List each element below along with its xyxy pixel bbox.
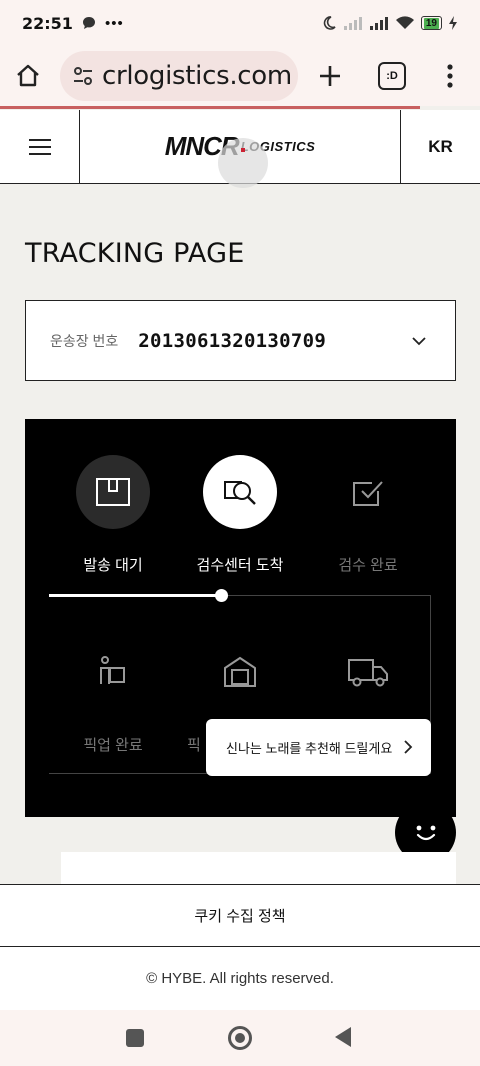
tracking-number: 2013061320130709 bbox=[138, 329, 327, 352]
page-title: TRACKING PAGE bbox=[25, 238, 245, 269]
messenger-icon bbox=[82, 17, 95, 29]
browser-toolbar: crlogistics.com :D bbox=[0, 46, 480, 106]
page-load-progress bbox=[0, 106, 420, 109]
address-bar[interactable]: crlogistics.com bbox=[60, 51, 298, 101]
step-shipping-wait: 발송 대기 bbox=[48, 455, 178, 575]
warehouse-icon bbox=[203, 635, 277, 709]
chat-tooltip[interactable]: 신나는 노래를 추천해 드릴게요 bbox=[206, 719, 431, 776]
chat-tooltip-text: 신나는 노래를 추천해 드릴게요 bbox=[226, 741, 393, 756]
footer-copyright: © HYBE. All rights reserved. bbox=[0, 947, 480, 1010]
home-button[interactable] bbox=[228, 1026, 252, 1050]
smiley-icon bbox=[416, 825, 435, 840]
wifi-icon bbox=[395, 16, 414, 29]
step-label: 발송 대기 bbox=[83, 557, 143, 574]
charging-icon bbox=[449, 16, 457, 30]
step-label: 픽업 완료 bbox=[83, 737, 143, 754]
box-icon bbox=[76, 455, 150, 529]
home-icon[interactable] bbox=[14, 62, 42, 90]
check-box-icon bbox=[331, 455, 405, 529]
chevron-down-icon bbox=[412, 337, 426, 346]
touch-dot bbox=[241, 148, 245, 152]
site-settings-icon[interactable] bbox=[70, 63, 96, 89]
new-tab-icon[interactable] bbox=[316, 62, 344, 90]
progress-fill bbox=[49, 594, 221, 597]
more-icon: ••• bbox=[104, 14, 124, 32]
step-delivery bbox=[303, 635, 433, 709]
overflow-menu-icon[interactable] bbox=[444, 62, 456, 90]
battery-icon: 19 bbox=[420, 16, 442, 30]
tracking-number-select[interactable]: 운송장 번호 2013061320130709 bbox=[25, 300, 456, 381]
step-label: 검수센터 도착 bbox=[196, 557, 284, 574]
step-arrived-inspection: 검수센터 도착 bbox=[175, 455, 305, 575]
signal-icon bbox=[369, 17, 388, 30]
pickup-icon bbox=[76, 635, 150, 709]
status-bar: 22:51 ••• 19 bbox=[0, 0, 480, 46]
cookie-policy-link[interactable]: 쿠키 수집 정책 bbox=[0, 884, 480, 947]
touch-indicator bbox=[218, 138, 268, 188]
language-toggle[interactable]: KR bbox=[400, 110, 480, 183]
url-text: crlogistics.com bbox=[102, 61, 292, 91]
step-label: 검수 완료 bbox=[338, 557, 398, 574]
chevron-right-icon bbox=[404, 740, 413, 754]
hamburger-menu-button[interactable] bbox=[0, 110, 80, 183]
hamburger-icon bbox=[28, 138, 51, 155]
inspect-icon bbox=[203, 455, 277, 529]
step-inspection-complete: 검수 완료 bbox=[303, 455, 433, 575]
tab-switcher-button[interactable]: :D bbox=[378, 62, 406, 90]
clock: 22:51 bbox=[22, 13, 73, 33]
moon-icon bbox=[323, 16, 336, 30]
signal-icon bbox=[343, 17, 362, 30]
truck-icon bbox=[331, 635, 405, 709]
step-pickup-complete: 픽업 완료 bbox=[48, 635, 178, 755]
back-button[interactable] bbox=[334, 1026, 352, 1053]
tab-count: :D bbox=[386, 70, 398, 82]
system-nav-bar bbox=[0, 1010, 480, 1066]
progress-knob bbox=[214, 589, 228, 602]
recents-button[interactable] bbox=[126, 1029, 144, 1047]
tracking-label: 운송장 번호 bbox=[50, 332, 119, 349]
